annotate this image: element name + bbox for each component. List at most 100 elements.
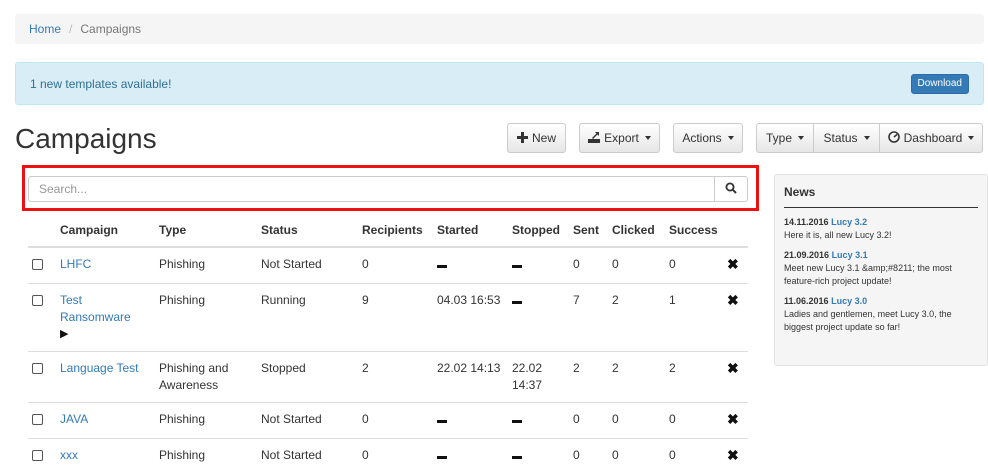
delete-x-icon[interactable]: ✖ — [727, 411, 739, 427]
status-cell: Not Started — [257, 439, 358, 474]
table-row[interactable]: JAVA Phishing Not Started 0 0 0 0 ✖ — [28, 403, 748, 439]
news-text: Ladies and gentlemen, meet Lucy 3.0, the… — [784, 309, 952, 332]
campaign-link[interactable]: xxx — [60, 448, 78, 462]
started-cell: 22.02 14:13 — [433, 352, 508, 403]
started-cell: 04.03 16:53 — [433, 284, 508, 352]
recipients-cell: 9 — [358, 284, 433, 352]
chevron-down-icon — [968, 136, 974, 140]
delete-x-icon[interactable]: ✖ — [727, 360, 739, 376]
news-title: News — [784, 185, 978, 208]
delete-x-icon[interactable]: ✖ — [727, 292, 739, 308]
clicked-cell: 2 — [608, 284, 665, 352]
empty-dash-icon — [437, 265, 447, 268]
news-date: 14.11.2016 — [784, 217, 829, 227]
download-button[interactable]: Download — [911, 74, 969, 94]
chevron-down-icon — [728, 136, 734, 140]
news-item: 14.11.2016 Lucy 3.2 Here it is, all new … — [784, 216, 978, 242]
news-item: 11.06.2016 Lucy 3.0 Ladies and gentlemen… — [784, 295, 978, 334]
table-row[interactable]: xxx Phishing Not Started 0 0 0 0 ✖ — [28, 439, 748, 474]
actions-button-label: Actions — [682, 131, 721, 145]
breadcrumb-home-link[interactable]: Home — [29, 22, 61, 36]
empty-dash-icon — [512, 420, 522, 423]
row-checkbox[interactable] — [32, 363, 43, 374]
new-button[interactable]: New — [507, 123, 566, 153]
page-title: Campaigns — [15, 120, 157, 158]
select-column-header — [28, 214, 56, 247]
chevron-down-icon — [798, 136, 804, 140]
breadcrumb-separator: / — [69, 22, 72, 36]
status-cell: Not Started — [257, 247, 358, 284]
dashboard-button[interactable]: Dashboard — [879, 123, 983, 153]
column-header: Recipients — [358, 214, 433, 247]
table-row[interactable]: Test Ransomware ▶ Phishing Running 9 04.… — [28, 284, 748, 352]
row-checkbox[interactable] — [32, 259, 43, 270]
export-button[interactable]: Export — [579, 123, 660, 153]
delete-x-icon[interactable]: ✖ — [727, 447, 739, 463]
export-button-label: Export — [604, 131, 639, 145]
campaign-link[interactable]: LHFC — [60, 257, 91, 271]
play-icon[interactable]: ▶ — [60, 326, 151, 343]
success-cell: 0 — [665, 247, 723, 284]
success-cell: 0 — [665, 439, 723, 474]
news-text: Here it is, all new Lucy 3.2! — [784, 230, 892, 240]
news-version-link[interactable]: Lucy 3.1 — [832, 250, 868, 260]
news-date: 11.06.2016 — [784, 296, 829, 306]
type-cell: Phishing — [155, 284, 257, 352]
recipients-cell: 0 — [358, 247, 433, 284]
actions-button[interactable]: Actions — [673, 123, 743, 153]
type-cell: Phishing — [155, 247, 257, 284]
dashboard-gauge-icon — [888, 131, 900, 145]
row-checkbox[interactable] — [32, 414, 43, 425]
chevron-down-icon — [864, 136, 870, 140]
dashboard-button-label: Dashboard — [904, 131, 963, 145]
success-cell: 0 — [665, 403, 723, 439]
breadcrumb-current: Campaigns — [80, 22, 141, 36]
news-item: 21.09.2016 Lucy 3.1 Meet new Lucy 3.1 &a… — [784, 249, 978, 288]
table-row[interactable]: LHFC Phishing Not Started 0 0 0 0 ✖ — [28, 247, 748, 284]
templates-alert: 1 new templates available! Download — [15, 62, 984, 105]
row-checkbox[interactable] — [32, 295, 43, 306]
campaign-link[interactable]: JAVA — [60, 412, 88, 426]
campaigns-table: Campaign Type Status Recipients Started … — [28, 214, 748, 474]
news-version-link[interactable]: Lucy 3.0 — [831, 296, 867, 306]
plus-icon — [517, 132, 528, 145]
sent-cell: 2 — [569, 352, 608, 403]
recipients-cell: 2 — [358, 352, 433, 403]
clicked-cell: 2 — [608, 352, 665, 403]
stopped-cell: 22.02 14:37 — [508, 352, 569, 403]
empty-dash-icon — [437, 420, 447, 423]
news-version-link[interactable]: Lucy 3.2 — [831, 217, 867, 227]
table-header-row: Campaign Type Status Recipients Started … — [28, 214, 748, 247]
column-header: Campaign — [56, 214, 155, 247]
news-text: Meet new Lucy 3.1 &amp;#8211; the most f… — [784, 263, 952, 286]
column-header: Stopped — [508, 214, 569, 247]
status-cell: Not Started — [257, 403, 358, 439]
export-icon — [588, 131, 600, 145]
campaign-link[interactable]: Test Ransomware — [60, 293, 131, 324]
column-header: Started — [433, 214, 508, 247]
empty-dash-icon — [437, 456, 447, 459]
campaign-link[interactable]: Language Test — [60, 361, 139, 375]
status-filter-button[interactable]: Status — [813, 123, 880, 153]
sent-cell: 0 — [569, 247, 608, 284]
news-date: 21.09.2016 — [784, 250, 829, 260]
chevron-down-icon — [645, 136, 651, 140]
new-button-label: New — [532, 131, 556, 145]
column-header: Status — [257, 214, 358, 247]
type-filter-button[interactable]: Type — [756, 123, 814, 153]
sent-cell: 0 — [569, 439, 608, 474]
column-header: Success — [665, 214, 723, 247]
recipients-cell: 0 — [358, 403, 433, 439]
type-cell: Phishing — [155, 439, 257, 474]
news-panel: News 14.11.2016 Lucy 3.2 Here it is, all… — [774, 174, 988, 366]
empty-dash-icon — [512, 301, 522, 304]
search-button[interactable] — [714, 176, 748, 202]
search-input[interactable] — [28, 176, 715, 202]
type-filter-label: Type — [766, 131, 792, 145]
table-row[interactable]: Language Test Phishing and Awareness Sto… — [28, 352, 748, 403]
delete-x-icon[interactable]: ✖ — [727, 256, 739, 272]
row-checkbox[interactable] — [32, 450, 43, 461]
empty-dash-icon — [512, 456, 522, 459]
type-cell: Phishing — [155, 403, 257, 439]
clicked-cell: 0 — [608, 439, 665, 474]
